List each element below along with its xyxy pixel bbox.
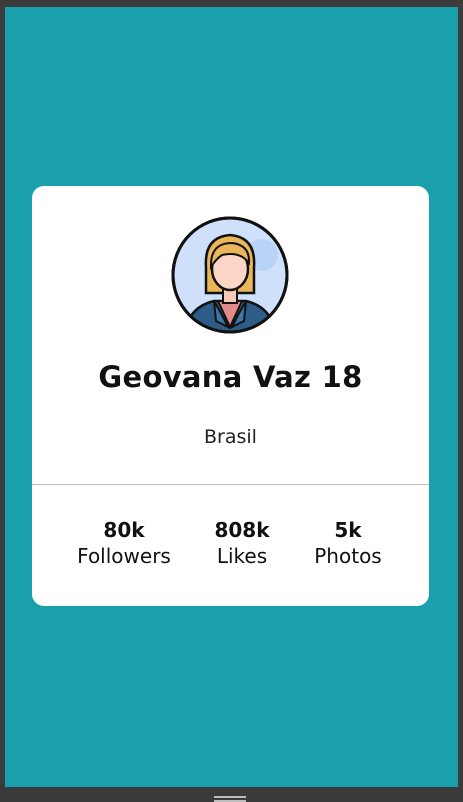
stat-followers: 80k Followers xyxy=(64,518,184,568)
profile-card: Geovana Vaz 18 Brasil 80k Followers 808k… xyxy=(32,186,429,606)
stat-value: 808k xyxy=(214,518,270,542)
stat-label: Photos xyxy=(314,544,382,568)
divider xyxy=(32,484,429,485)
stat-label: Followers xyxy=(77,544,171,568)
profile-country: Brasil xyxy=(204,426,257,448)
stat-photos: 5k Photos xyxy=(288,518,408,568)
stats-row: 80k Followers 808k Likes 5k Photos xyxy=(32,518,429,578)
profile-name: Geovana Vaz 18 xyxy=(98,360,363,394)
stat-likes: 808k Likes xyxy=(182,518,302,568)
menu-handle-icon[interactable] xyxy=(214,796,246,802)
stat-value: 80k xyxy=(103,518,145,542)
avatar xyxy=(171,216,289,334)
stat-label: Likes xyxy=(216,544,268,568)
stat-value: 5k xyxy=(334,518,362,542)
